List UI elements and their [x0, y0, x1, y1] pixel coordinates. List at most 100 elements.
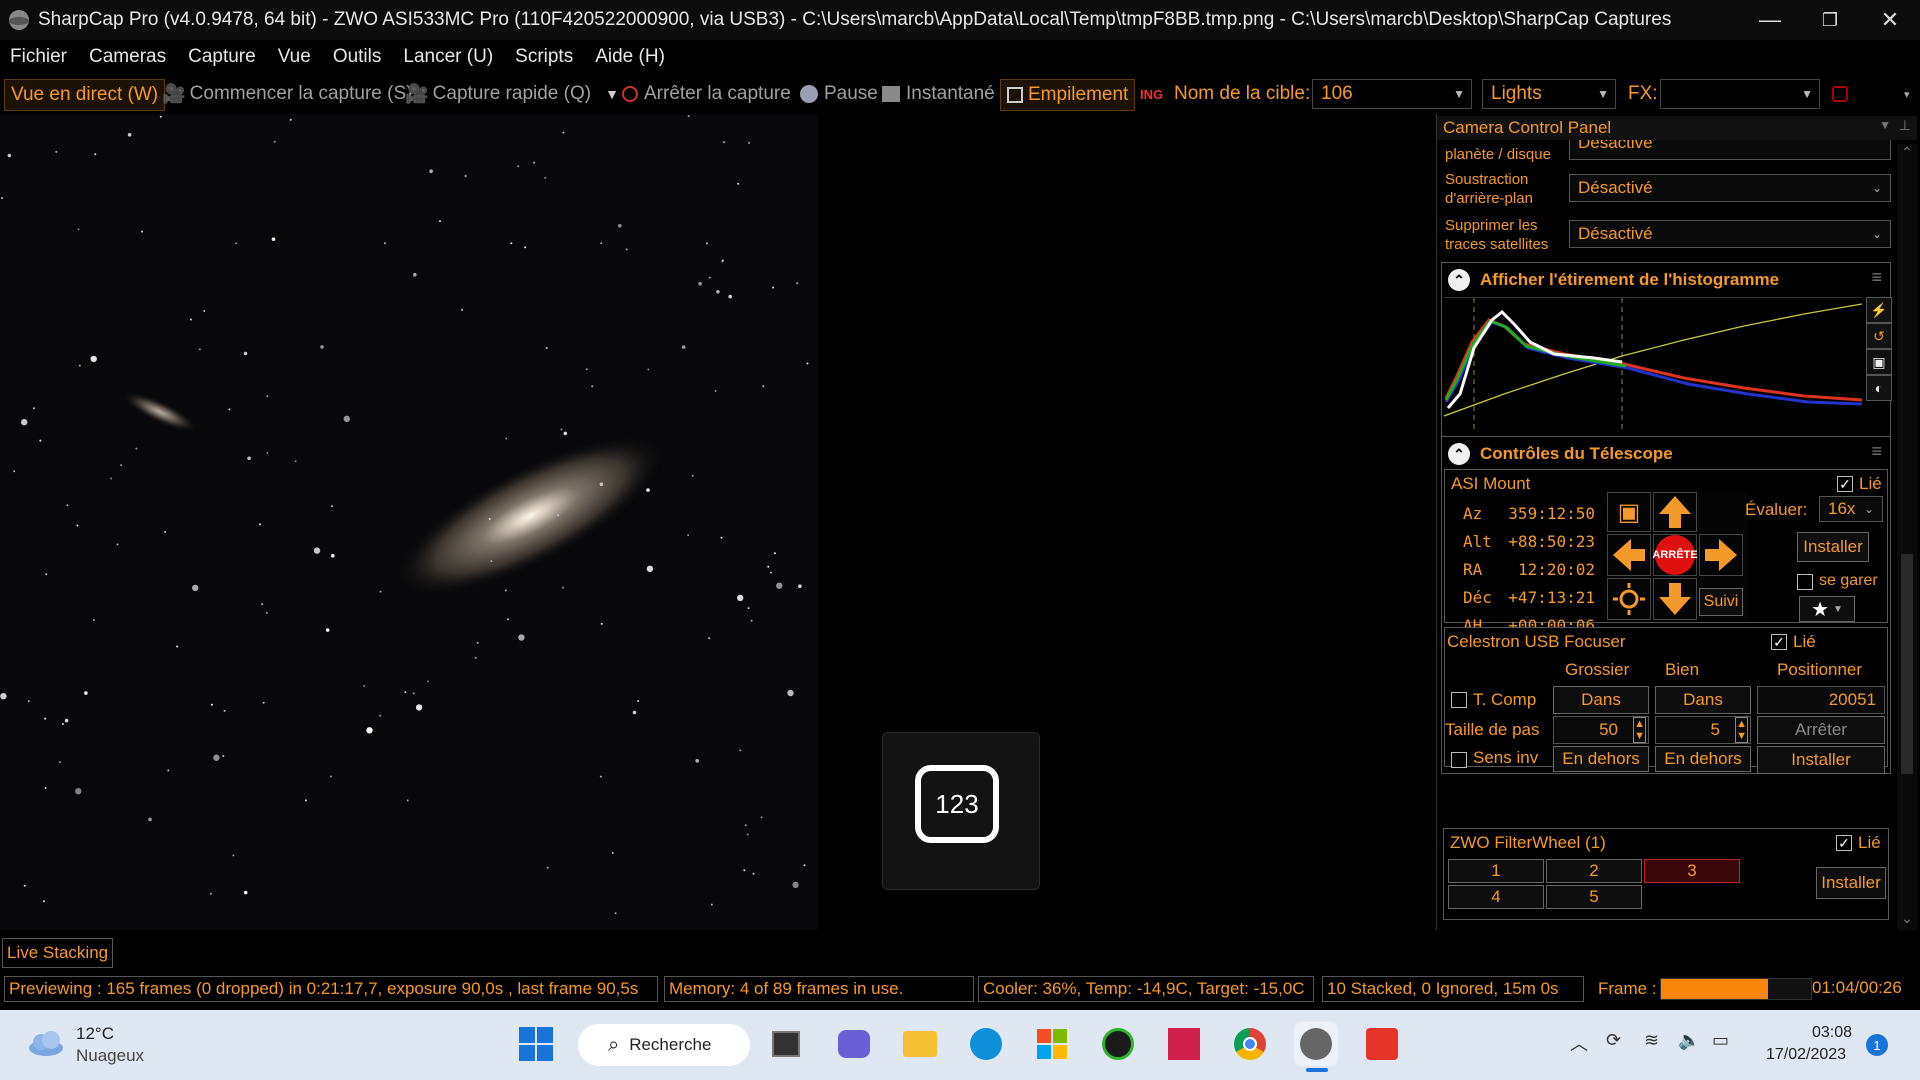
teams-chat-icon[interactable] [832, 1022, 876, 1066]
spinner-icon[interactable]: ▲ ▼ [1633, 717, 1646, 743]
pause-button[interactable]: Pause [800, 79, 878, 109]
app-red-diamond-icon[interactable] [1360, 1022, 1404, 1066]
menu-view[interactable]: Vue [278, 46, 311, 68]
notification-badge[interactable]: 1 [1866, 1034, 1888, 1056]
chrome-icon[interactable] [1228, 1022, 1272, 1066]
app-red-icon[interactable] [1162, 1022, 1206, 1066]
fine-out-button[interactable]: En dehors [1655, 746, 1751, 772]
coarse-step-field[interactable]: 50 ▲ ▼ [1553, 716, 1649, 744]
clock-time[interactable]: 03:08 [1812, 1024, 1852, 1042]
weather-widget[interactable] [26, 1028, 66, 1063]
toolbar-overflow-icon[interactable]: ▾ [1904, 79, 1910, 109]
chevron-down-icon[interactable]: ▼ [605, 86, 619, 102]
west-arrow-button[interactable] [1607, 534, 1651, 576]
chevron-down-icon[interactable]: ▼ [1879, 118, 1891, 132]
mount-install-button[interactable]: Installer [1797, 532, 1869, 562]
scroll-down-icon[interactable]: ⌄ [1901, 910, 1913, 927]
menu-launch[interactable]: Lancer (U) [403, 46, 493, 68]
windows-start-icon[interactable] [514, 1022, 558, 1066]
annotate-icon[interactable]: ING [1140, 79, 1163, 109]
north-arrow-button[interactable] [1653, 492, 1697, 532]
fine-in-button[interactable]: Dans [1655, 686, 1751, 714]
wifi-icon[interactable]: ≋ [1644, 1030, 1659, 1051]
tracking-button[interactable]: Suivi [1699, 588, 1743, 616]
phd-guiding-icon[interactable] [1096, 1022, 1140, 1066]
coarse-out-button[interactable]: En dehors [1553, 746, 1649, 772]
taskbar-search[interactable]: ⌕ Recherche [578, 1024, 750, 1066]
stop-mount-button[interactable]: ARRÊTE [1652, 534, 1698, 576]
restore-button[interactable]: ❐ [1800, 0, 1860, 40]
focuser-install-button[interactable]: Installer [1757, 746, 1885, 774]
clock-date[interactable]: 17/02/2023 [1766, 1046, 1846, 1064]
filter-slot-1[interactable]: 1 [1448, 859, 1544, 883]
minimize-button[interactable]: — [1740, 0, 1800, 40]
store-icon[interactable] [1030, 1022, 1074, 1066]
reverse-checkbox[interactable] [1451, 752, 1467, 768]
spinner-icon[interactable]: ▲ ▼ [1735, 717, 1748, 743]
scroll-up-icon[interactable]: ⌃ [1901, 144, 1913, 161]
volume-icon[interactable]: 🔈 [1678, 1030, 1700, 1051]
star-goto-button[interactable]: ★ ▼ [1799, 596, 1855, 622]
filter-slot-5[interactable]: 5 [1546, 885, 1642, 909]
target-name-combo[interactable]: 106 ▼ [1312, 79, 1472, 109]
task-view-icon[interactable] [764, 1022, 808, 1066]
live-stacking-tab[interactable]: Live Stacking [2, 938, 114, 968]
south-arrow-button[interactable] [1653, 578, 1697, 620]
rate-dropdown[interactable]: 16x ⌄ [1819, 496, 1883, 522]
contrast-icon[interactable]: ◐ [1866, 375, 1892, 401]
stacking-button[interactable]: Empilement [1000, 79, 1136, 111]
battery-icon[interactable]: ▭ [1712, 1030, 1729, 1051]
menu-file[interactable]: Fichier [10, 46, 67, 68]
frame-type-combo[interactable]: Lights ▼ [1482, 79, 1616, 109]
scrollbar-thumb[interactable] [1901, 554, 1913, 774]
close-button[interactable]: ✕ [1860, 0, 1920, 40]
filter-slot-2[interactable]: 2 [1546, 859, 1642, 883]
mount-linked-checkbox[interactable]: ✓ [1837, 476, 1853, 492]
histogram-chart[interactable] [1443, 297, 1863, 432]
fine-step-field[interactable]: 5 ▲ ▼ [1655, 716, 1751, 744]
live-view-button[interactable]: Vue en direct (W) [4, 79, 166, 111]
menu-lines-icon[interactable]: ≡ [1871, 267, 1882, 288]
position-field[interactable]: 20051 [1757, 686, 1885, 714]
sharpcap-taskbar-icon[interactable] [1294, 1022, 1338, 1066]
image-viewport[interactable] [0, 114, 818, 930]
focuser-linked-checkbox[interactable]: ✓ [1771, 634, 1787, 650]
menu-scripts[interactable]: Scripts [515, 46, 573, 68]
chevron-up-icon[interactable]: ︿ [1570, 1030, 1588, 1056]
record-icon[interactable] [1832, 79, 1848, 109]
quick-capture-button[interactable]: 🎥 Capture rapide (Q) ▼ [405, 79, 619, 109]
sun-icon[interactable] [1607, 578, 1651, 620]
start-capture-button[interactable]: 🎥 Commencer la capture (S) [162, 79, 412, 109]
menu-cameras[interactable]: Cameras [89, 46, 166, 68]
pin-icon[interactable]: ⊥ [1899, 117, 1911, 134]
fx-combo[interactable]: ▼ [1660, 79, 1820, 109]
filter-slot-4[interactable]: 4 [1448, 885, 1544, 909]
auto-stretch-icon[interactable]: ⚡ [1866, 297, 1892, 323]
menu-help[interactable]: Aide (H) [595, 46, 665, 68]
file-explorer-icon[interactable] [898, 1022, 942, 1066]
save-icon[interactable]: ▣ [1866, 349, 1892, 375]
panel-scrollbar[interactable]: ⌃ ⌄ [1897, 144, 1917, 930]
numeric-keyboard-overlay[interactable]: 123 [882, 732, 1040, 890]
satellite-dropdown[interactable]: Désactivé ⌄ [1569, 220, 1891, 248]
coarse-in-button[interactable]: Dans [1553, 686, 1649, 714]
stop-capture-button[interactable]: Arrêter la capture [622, 79, 791, 109]
focuser-stop-button[interactable]: Arrêter [1757, 716, 1885, 744]
planet-disk-dropdown[interactable]: Désactivé [1569, 140, 1891, 160]
menu-capture[interactable]: Capture [188, 46, 256, 68]
collapse-icon[interactable]: ⌃ [1448, 269, 1470, 291]
menu-tools[interactable]: Outils [333, 46, 382, 68]
park-checkbox[interactable] [1797, 574, 1813, 590]
filter-slot-3[interactable]: 3 [1644, 859, 1740, 883]
edge-browser-icon[interactable] [964, 1022, 1008, 1066]
collapse-icon[interactable]: ⌃ [1448, 443, 1470, 465]
snapshot-button[interactable]: Instantané [882, 79, 995, 109]
east-arrow-button[interactable] [1699, 534, 1743, 576]
reset-icon[interactable]: ↺ [1866, 323, 1892, 349]
filterwheel-linked-checkbox[interactable]: ✓ [1836, 835, 1852, 851]
tcomp-checkbox[interactable] [1451, 692, 1467, 708]
sync-icon[interactable]: ⟳ [1606, 1030, 1621, 1051]
menu-lines-icon[interactable]: ≡ [1871, 441, 1882, 462]
spiral-search-icon[interactable]: ▣ [1607, 492, 1651, 532]
filterwheel-install-button[interactable]: Installer [1816, 867, 1886, 899]
